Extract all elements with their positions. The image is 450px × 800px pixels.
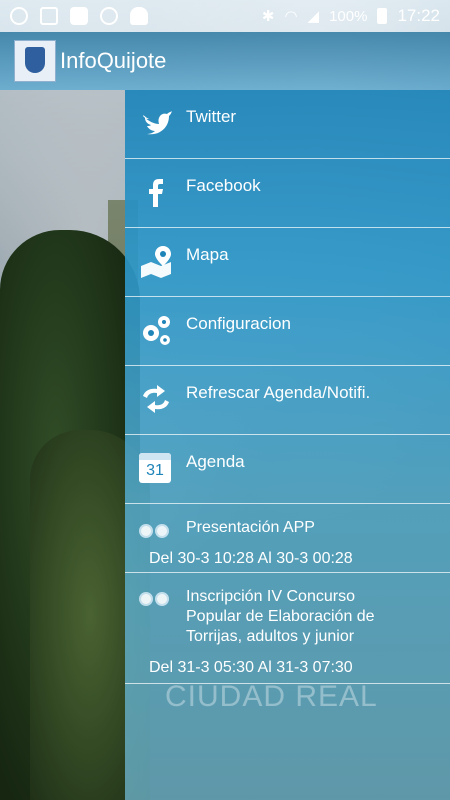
menu-item-twitter[interactable]: Twitter — [125, 90, 450, 159]
whatsapp-icon — [10, 7, 28, 25]
gears-icon — [143, 316, 170, 345]
event-dates: Del 31-3 05:30 Al 31-3 07:30 — [149, 659, 353, 676]
bubbles-icon — [139, 592, 173, 608]
calendar-icon: 31 — [139, 453, 171, 483]
menu-label-agenda: Agenda — [186, 452, 245, 471]
refresh-arrows-icon — [143, 385, 169, 413]
alarm-icon — [100, 7, 118, 25]
event-item[interactable]: Inscripción IV Concurso Popular de Elabo… — [125, 573, 450, 684]
twitter-bird-icon — [143, 111, 172, 135]
status-bar: ✱ ◠ ◢ 100% 17:22 — [0, 0, 450, 32]
event-title-line: Inscripción IV Concurso — [186, 588, 355, 605]
app-title: InfoQuijote — [60, 48, 167, 73]
wifi-icon: ◠ — [284, 8, 298, 25]
facebook-f-icon — [149, 179, 163, 207]
android-icon — [130, 7, 148, 25]
menu-item-facebook[interactable]: Facebook — [125, 159, 450, 228]
clock: 17:22 — [397, 6, 440, 25]
shield-icon — [25, 47, 45, 73]
event-title-line: Popular de Elaboración de — [186, 608, 375, 625]
app-bar: InfoQuijote — [0, 32, 450, 90]
signal-icon: ◢ — [307, 8, 320, 25]
calendar-day: 31 — [146, 462, 164, 479]
event-title: Presentación APP — [186, 519, 315, 536]
menu-item-refrescar[interactable]: Refrescar Agenda/Notifi. — [125, 366, 450, 435]
menu-item-agenda[interactable]: 31 Agenda — [125, 435, 450, 504]
city-watermark: CIUDAD REAL — [165, 680, 378, 713]
menu-label-configuracion: Configuracion — [186, 314, 291, 333]
menu-item-configuracion[interactable]: Configuracion — [125, 297, 450, 366]
menu-item-mapa[interactable]: Mapa — [125, 228, 450, 297]
menu-label-facebook: Facebook — [186, 176, 261, 195]
menu-label-refrescar: Refrescar Agenda/Notifi. — [186, 383, 371, 402]
drawer-scrim[interactable] — [0, 90, 125, 800]
event-dates: Del 30-3 10:28 Al 30-3 00:28 — [149, 550, 353, 567]
menu-label-twitter: Twitter — [186, 107, 237, 126]
bubbles-icon — [139, 524, 173, 540]
event-item[interactable]: Presentación APP Del 30-3 10:28 Al 30-3 … — [125, 504, 450, 573]
menu-label-mapa: Mapa — [186, 245, 229, 264]
check-icon — [70, 7, 88, 25]
navigation-drawer: Twitter Facebook Mapa Configuracion Refr… — [125, 90, 450, 800]
map-pin-icon — [141, 246, 171, 278]
battery-label: 100% — [329, 7, 368, 25]
event-title: Inscripción IV Concurso Popular de Elabo… — [186, 587, 375, 647]
coat-of-arms-icon[interactable] — [14, 40, 56, 82]
battery-icon — [377, 8, 388, 24]
event-title-line: Torrijas, adultos y junior — [186, 628, 355, 645]
image-icon — [40, 7, 58, 25]
bluetooth-icon: ✱ — [261, 8, 275, 25]
